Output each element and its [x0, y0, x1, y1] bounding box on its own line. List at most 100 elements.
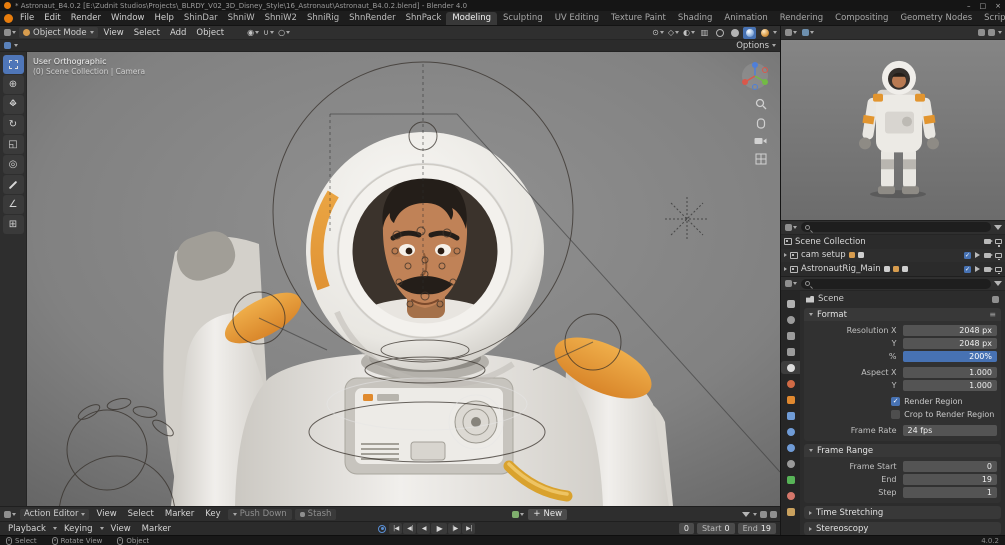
menu-addon-shnpack[interactable]: ShnPack [401, 12, 447, 24]
viewport-visibility-icon[interactable] [995, 252, 1002, 261]
shading-rendered-button[interactable] [758, 27, 771, 39]
image-browse-icon[interactable] [801, 27, 815, 39]
overlays-icon[interactable]: ◐ [682, 27, 696, 39]
menu-edit[interactable]: Edit [39, 12, 65, 24]
selectable-icon[interactable] [975, 252, 980, 259]
perspective-toggle-icon[interactable] [755, 153, 767, 165]
expand-icon[interactable] [784, 253, 787, 258]
jump-to-start-button[interactable]: |◀ [389, 523, 403, 534]
menu-file[interactable]: File [15, 12, 39, 24]
mode-dropdown[interactable]: Object Mode [19, 27, 98, 38]
selectable-icon[interactable] [975, 266, 980, 273]
properties-search-input[interactable] [801, 278, 991, 289]
select-box-tool[interactable] [2, 55, 24, 74]
image-options-chevron[interactable] [998, 31, 1002, 34]
workspace-tab-rendering[interactable]: Rendering [774, 12, 829, 25]
add-cube-tool[interactable]: ⊞ [2, 215, 24, 234]
options-dropdown[interactable]: Options [736, 41, 776, 51]
format-presets-icon[interactable]: ≡ [989, 310, 996, 319]
crop-region-checkbox[interactable] [891, 409, 901, 419]
action-browse-icon[interactable] [511, 508, 525, 520]
workspace-tab-sculpting[interactable]: Sculpting [497, 12, 549, 25]
workspace-tab-texture-paint[interactable]: Texture Paint [605, 12, 672, 25]
outliner-filter-icon[interactable] [994, 224, 1002, 230]
dopesheet-menu-marker[interactable]: Marker [161, 509, 198, 519]
tab-particles[interactable] [781, 425, 800, 438]
tab-view-layer[interactable] [781, 345, 800, 358]
dopesheet-menu-select[interactable]: Select [124, 509, 158, 519]
frame-end-field[interactable]: End 19 [737, 523, 776, 534]
exclude-checkbox[interactable]: ✓ [964, 251, 971, 259]
tab-constraints[interactable] [781, 457, 800, 470]
tab-object-data[interactable] [781, 473, 800, 486]
zoom-icon[interactable] [755, 98, 767, 110]
blender-menu-icon[interactable] [4, 13, 13, 23]
play-reverse-button[interactable]: ◀ [417, 523, 431, 534]
move-view-icon[interactable] [755, 117, 767, 129]
dopesheet-menu-view[interactable]: View [92, 509, 120, 519]
menu-addon-shnrender[interactable]: ShnRender [344, 12, 400, 24]
frame-end-field[interactable]: 19 [902, 473, 997, 485]
dopesheet-menu-key[interactable]: Key [201, 509, 224, 519]
frame-rate-dropdown[interactable]: 24 fps [902, 424, 997, 436]
tab-physics[interactable] [781, 441, 800, 454]
tab-material[interactable] [781, 489, 800, 502]
resolution-y-field[interactable]: 2048 px [902, 337, 997, 349]
workspace-tab-uv-editing[interactable]: UV Editing [549, 12, 605, 25]
camera-visibility-icon[interactable] [984, 252, 993, 258]
image-editor-type-icon[interactable] [784, 27, 798, 39]
time-stretching-panel-header[interactable]: Time Stretching [804, 506, 1001, 519]
snap-keys-icon[interactable] [760, 510, 768, 518]
exclude-checkbox[interactable]: ✓ [964, 265, 971, 273]
proportional-keys-icon[interactable] [770, 510, 778, 518]
move-tool[interactable]: ↔ ↕ [2, 95, 24, 114]
action-editor-mode-dropdown[interactable]: Action Editor [20, 508, 90, 520]
workspace-tab-scripting[interactable]: Scripting [978, 12, 1005, 25]
stereoscopy-panel-header[interactable]: Stereoscopy [804, 522, 1001, 535]
close-button[interactable]: × [995, 2, 1001, 10]
proportional-edit-icon[interactable]: ○ [277, 27, 291, 39]
aspect-y-field[interactable]: 1.000 [902, 379, 997, 391]
shading-popover-chevron[interactable] [773, 31, 777, 34]
menu-window[interactable]: Window [106, 12, 150, 24]
current-frame-field[interactable]: 0 [678, 523, 694, 534]
auto-keyframe-toggle[interactable] [378, 524, 387, 533]
tab-output[interactable] [781, 329, 800, 342]
outliner-editor-icon[interactable] [784, 221, 798, 233]
tab-scene[interactable] [781, 361, 800, 374]
outliner-search-input[interactable] [801, 222, 991, 233]
outliner-row-cam-setup[interactable]: cam setup ✓ [781, 248, 1005, 263]
prev-keyframe-button[interactable]: ◀| [403, 523, 417, 534]
viewport-menu-add[interactable]: Add [166, 28, 190, 38]
visibility-icon[interactable]: ⊙ [651, 27, 665, 39]
tab-render[interactable] [781, 313, 800, 326]
resolution-percent-slider[interactable]: 200% [902, 350, 997, 362]
workspace-tab-shading[interactable]: Shading [672, 12, 719, 25]
outliner-row-astronautrig-main[interactable]: AstronautRig_Main ✓ [781, 262, 1005, 276]
menu-help[interactable]: Help [149, 12, 178, 24]
menu-addon-shniw2[interactable]: ShniW2 [260, 12, 302, 24]
annotate-tool[interactable] [2, 175, 24, 194]
render-preview[interactable] [781, 40, 1005, 221]
tab-texture[interactable] [781, 505, 800, 518]
resolution-x-field[interactable]: 2048 px [902, 324, 997, 336]
rotate-tool[interactable]: ↻ [2, 115, 24, 134]
3d-viewport[interactable]: User Orthographic (0) Scene Collection |… [27, 52, 780, 506]
measure-tool[interactable]: ∠ [2, 195, 24, 214]
tab-world[interactable] [781, 377, 800, 390]
properties-filter-icon[interactable] [994, 281, 1002, 286]
play-button[interactable]: ▶ [431, 523, 448, 534]
xray-toggle-icon[interactable]: ▥ [698, 27, 711, 39]
viewport-menu-object[interactable]: Object [192, 28, 228, 38]
workspace-tab-compositing[interactable]: Compositing [829, 12, 894, 25]
tab-tool[interactable] [781, 297, 800, 310]
image-pin-icon[interactable] [978, 29, 985, 36]
render-region-checkbox[interactable]: ✓ [891, 396, 901, 406]
shading-wireframe-button[interactable] [713, 27, 726, 39]
viewport-menu-select[interactable]: Select [130, 28, 164, 38]
menu-addon-shindar[interactable]: ShinDar [179, 12, 223, 24]
workspace-tab-modeling[interactable]: Modeling [446, 11, 497, 25]
push-down-button[interactable]: Push Down [227, 508, 292, 520]
next-keyframe-button[interactable]: |▶ [448, 523, 462, 534]
viewport-visibility-icon[interactable] [995, 239, 1002, 247]
